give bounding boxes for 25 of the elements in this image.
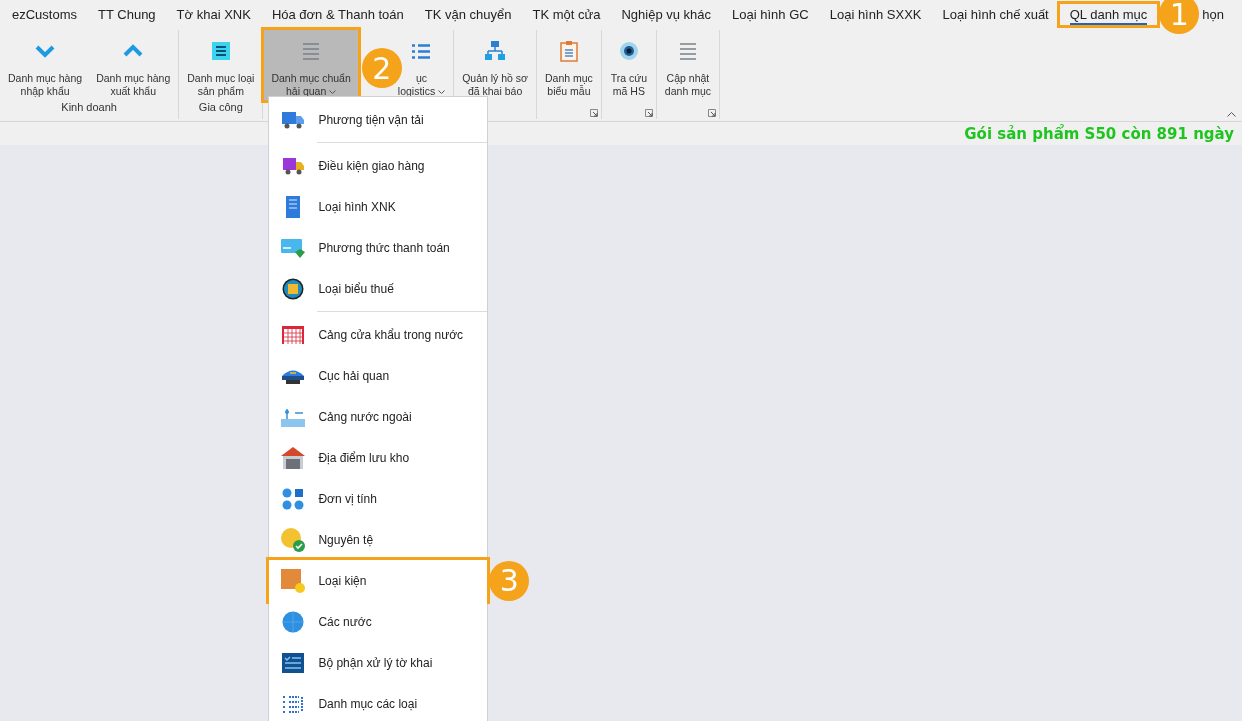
step-number-badge: 2 xyxy=(361,48,402,88)
ribbon-tab[interactable]: TK một cửa xyxy=(522,3,611,25)
group-label: Gia công xyxy=(198,101,243,113)
ribbon-tab[interactable]: Loại hình GC xyxy=(722,3,819,25)
ribbon-button[interactable]: Danh mục hàng xuất khẩu xyxy=(89,30,178,100)
ribbon-tab[interactable]: Nghiệp vụ khác xyxy=(611,3,722,25)
ribbon-tab[interactable]: Loại hình SXXK xyxy=(819,3,932,25)
ribbon-tab[interactable]: TK vận chuyển xyxy=(414,3,522,25)
ribbon-button[interactable]: Danh mục hàng nhập khẩu xyxy=(1,30,90,100)
ribbon-tab[interactable]: TT Chung xyxy=(88,3,166,25)
step-number-badge: 1 xyxy=(1159,0,1200,34)
ribbon-button[interactable]: Cập nhật danh mục xyxy=(657,30,718,100)
step-number-badge: 3 xyxy=(489,560,530,601)
ribbon-button[interactable]: Tra cứu mã HS xyxy=(602,30,655,100)
ribbon-tab[interactable]: họn xyxy=(1202,3,1234,25)
ribbon-button[interactable]: Danh mục chuẩn hải quan xyxy=(264,30,358,100)
ribbon-button[interactable]: Danh mục biểu mẫu xyxy=(538,30,600,100)
ribbon-button[interactable]: Quản lý hồ sơ đã khai báo xyxy=(455,30,535,100)
group-label: Kinh doanh xyxy=(61,101,117,113)
ribbon-tab[interactable]: Hóa đơn & Thanh toán xyxy=(261,3,414,25)
status-text: Gói sản phẩm S50 còn 891 ngày xyxy=(964,124,1234,143)
ribbon-tab[interactable]: ezCustoms xyxy=(2,3,88,25)
ribbon-tab[interactable]: Loại hình chế xuất xyxy=(932,3,1059,25)
ribbon-button[interactable]: Danh mục loại sản phẩm xyxy=(180,30,262,100)
ribbon-tab[interactable]: Tờ khai XNK xyxy=(166,3,261,25)
